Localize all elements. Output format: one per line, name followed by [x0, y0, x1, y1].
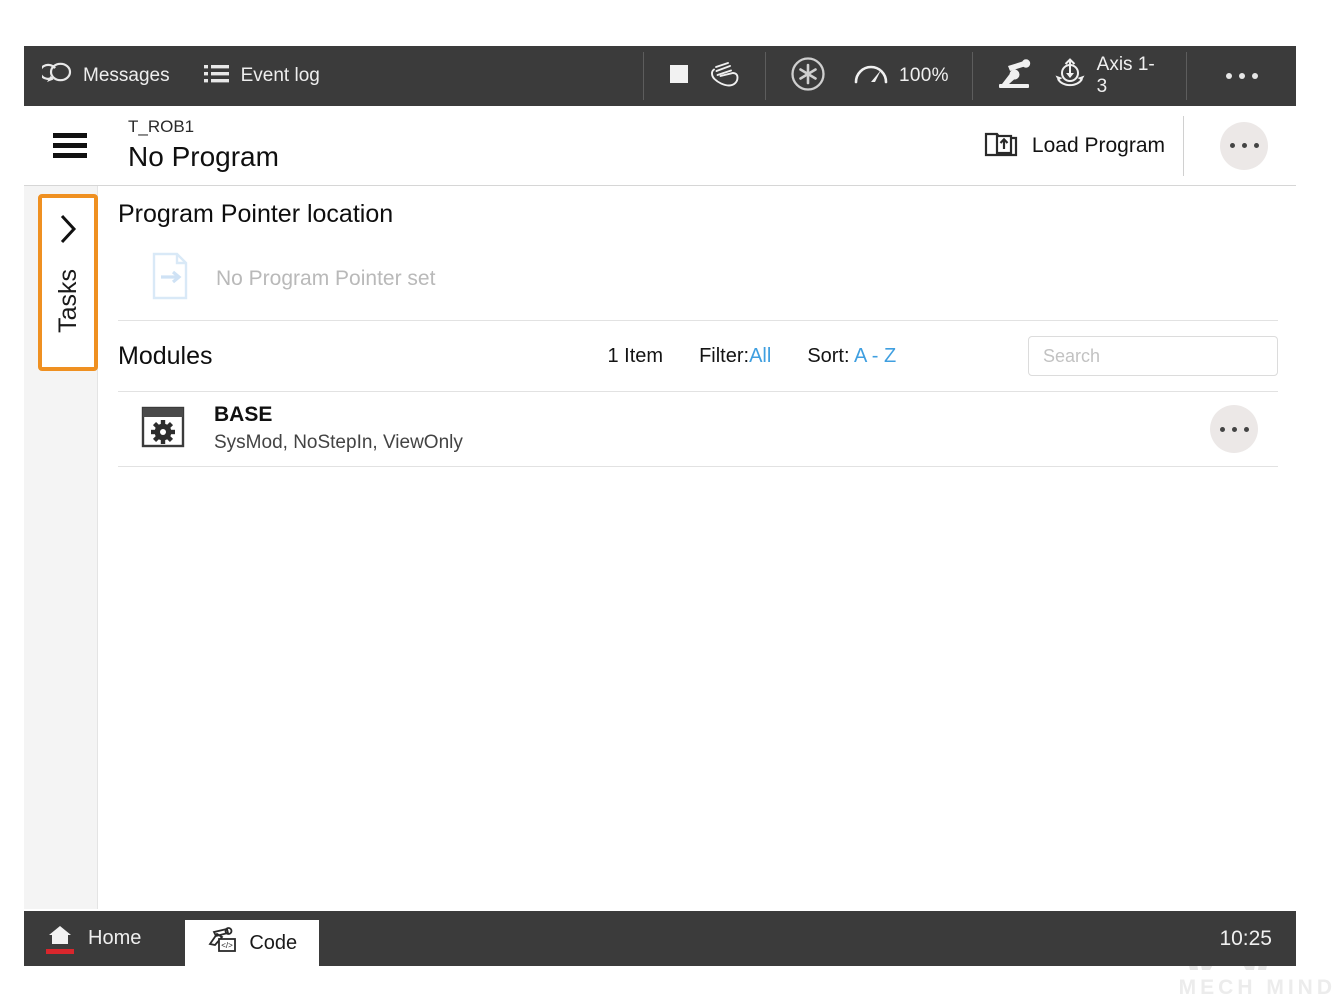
program-pointer-row: No Program Pointer set: [118, 237, 1278, 321]
speed-gauge-icon: [853, 60, 889, 93]
speech-bubbles-icon: [42, 62, 72, 91]
jog-mode-label: Axis 1-3: [1097, 54, 1165, 98]
item-count: 1 Item: [608, 345, 664, 368]
motors-speed-group[interactable]: 100%: [766, 46, 972, 106]
module-attributes: SysMod, NoStepIn, ViewOnly: [214, 431, 463, 456]
load-program-label: Load Program: [1032, 134, 1165, 158]
module-name: BASE: [214, 402, 463, 428]
search-box[interactable]: [1028, 336, 1278, 376]
status-bar: Messages Event log: [24, 46, 1296, 106]
operating-mode-group[interactable]: [644, 46, 765, 106]
folder-upload-icon: [984, 128, 1018, 163]
watermark-text: MECH MIND: [1179, 976, 1336, 1000]
jog-mode-button[interactable]: Axis 1-3: [1053, 54, 1165, 98]
header-divider: [1183, 116, 1184, 176]
filter-control[interactable]: Filter:All: [699, 345, 771, 368]
left-rail: Tasks: [24, 186, 98, 909]
svg-text:</>: </>: [222, 941, 234, 950]
program-pointer-empty-text: No Program Pointer set: [216, 267, 435, 291]
header-title-block: T_ROB1 No Program: [128, 117, 279, 174]
taskbar-home-label: Home: [88, 927, 141, 950]
sort-value[interactable]: A - Z: [854, 345, 896, 367]
axis-jog-icon: [1053, 58, 1087, 95]
modules-header: Modules 1 Item Filter:All Sort: A - Z: [118, 321, 1278, 391]
hamburger-menu-icon[interactable]: [34, 133, 106, 158]
taskbar-item-code[interactable]: </> Code: [185, 920, 319, 966]
more-dots-icon: [1220, 427, 1249, 432]
module-gear-icon: [140, 405, 186, 454]
chevron-right-icon[interactable]: [57, 212, 79, 251]
document-arrow-icon: [152, 252, 190, 305]
event-log-button[interactable]: Event log: [204, 63, 320, 90]
load-program-button[interactable]: Load Program: [966, 106, 1183, 185]
header-actions: Load Program: [966, 106, 1296, 185]
sidebar-item-tasks[interactable]: Tasks: [38, 194, 98, 371]
stop-square-icon[interactable]: [668, 63, 690, 90]
robot-jog-group[interactable]: Axis 1-3: [973, 46, 1187, 106]
header-more-button[interactable]: [1220, 122, 1268, 170]
statusbar-overflow-button[interactable]: [1187, 46, 1296, 106]
filter-prefix: Filter:: [699, 345, 749, 367]
robot-teach-pendant-app: Messages Event log: [24, 46, 1296, 966]
taskbar-code-label: Code: [249, 932, 297, 955]
sidebar-item-label: Tasks: [54, 269, 83, 333]
motors-off-icon[interactable]: [789, 55, 827, 98]
manual-hand-icon[interactable]: [708, 58, 742, 95]
modules-title: Modules: [118, 342, 213, 371]
more-dots-icon: [1226, 73, 1258, 79]
speed-indicator[interactable]: 100%: [853, 60, 949, 93]
main-panel: Program Pointer location No Program Poin…: [98, 186, 1296, 909]
more-dots-icon: [1230, 143, 1259, 148]
home-active-underline: [46, 949, 74, 954]
table-row[interactable]: BASE SysMod, NoStepIn, ViewOnly: [118, 391, 1278, 467]
filter-value[interactable]: All: [749, 345, 771, 367]
app-header: T_ROB1 No Program Load Program: [24, 106, 1296, 186]
search-input[interactable]: [1029, 337, 1277, 375]
taskbar-item-home[interactable]: Home: [24, 911, 185, 966]
speed-value: 100%: [899, 65, 949, 87]
sort-prefix: Sort:: [807, 345, 849, 367]
content-area: Tasks Program Pointer location No Progra…: [24, 186, 1296, 909]
messages-label: Messages: [83, 65, 170, 87]
sort-control[interactable]: Sort: A - Z: [807, 345, 896, 368]
page-title: No Program: [128, 139, 279, 174]
module-text: BASE SysMod, NoStepIn, ViewOnly: [214, 402, 463, 456]
taskbar: Home </> Code 10:25: [24, 911, 1296, 966]
modules-meta: 1 Item Filter:All Sort: A - Z: [608, 345, 897, 368]
home-icon: [46, 924, 74, 954]
robot-arm-icon[interactable]: [995, 57, 1035, 96]
task-name: T_ROB1: [128, 117, 279, 137]
module-more-button[interactable]: [1210, 405, 1258, 453]
program-pointer-title: Program Pointer location: [118, 186, 1278, 229]
taskbar-clock: 10:25: [1219, 911, 1296, 966]
status-bar-left: Messages Event log: [24, 46, 643, 106]
code-robot-icon: </>: [207, 926, 237, 960]
event-log-label: Event log: [241, 65, 320, 87]
list-icon: [204, 63, 230, 90]
messages-button[interactable]: Messages: [42, 62, 170, 91]
